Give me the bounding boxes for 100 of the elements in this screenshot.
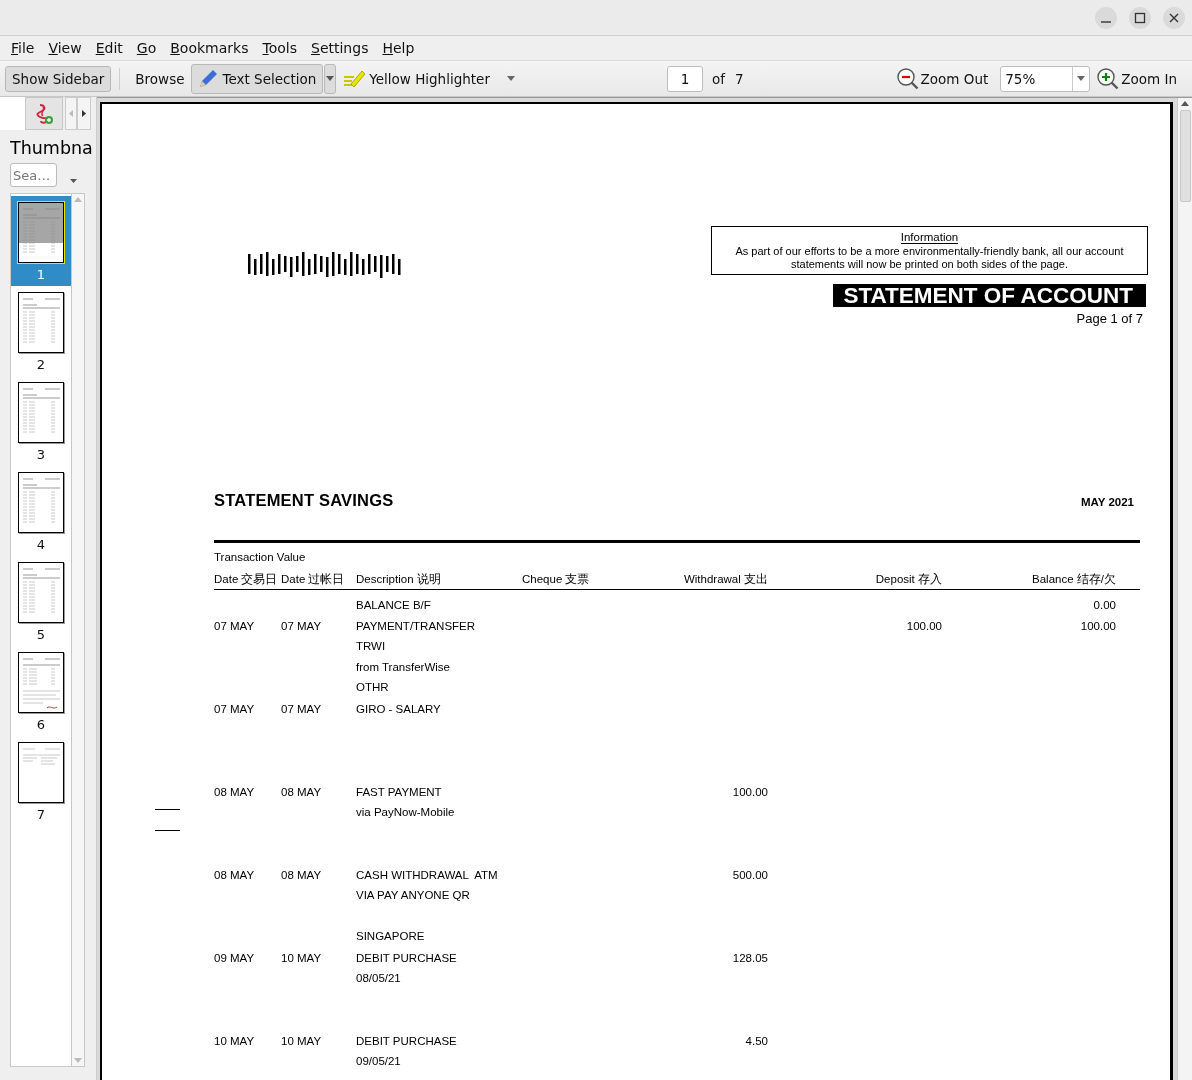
- notice-text: As part of our efforts to be a more environmentally-friendly bank, all our account statements will now be printed on both sides of the page.: [734, 244, 1125, 272]
- table-cell-text: DEBIT PURCHASE: [356, 950, 458, 966]
- menu-item[interactable]: Bookmarks: [163, 40, 256, 56]
- tool-dropdown-button[interactable]: [324, 63, 337, 94]
- table-cell: 100.00: [732, 785, 768, 798]
- table-cell: 500.00: [732, 868, 768, 881]
- annotation-icon: [34, 102, 54, 125]
- table-cell: 10 MAY: [214, 1034, 255, 1047]
- table-cell-text: from TransferWise: [356, 659, 451, 675]
- browse-button[interactable]: Browse: [128, 65, 192, 92]
- thumbnail-item[interactable]: 2: [11, 286, 71, 376]
- highlighter-icon: [343, 68, 366, 89]
- margin-mark: [155, 830, 180, 831]
- column-header: Date 过帐日: [281, 572, 346, 587]
- caret-icon: [326, 76, 335, 81]
- notice-title: Information: [900, 231, 959, 244]
- menu-item[interactable]: File: [4, 40, 42, 56]
- annotations-tab[interactable]: [25, 97, 63, 130]
- table-cell-text: 08/05/21: [356, 971, 402, 986]
- table-cell: 0.00: [1093, 599, 1116, 611]
- table-cell-text: 09/05/21: [356, 1054, 402, 1069]
- scrollbar-thumb[interactable]: [1179, 110, 1191, 202]
- minimize-icon: [1100, 20, 1112, 23]
- table-cell-text: FAST PAYMENT: [356, 784, 443, 800]
- margin-mark: [155, 809, 180, 810]
- menu-item[interactable]: Go: [129, 40, 164, 56]
- table-cell: 100.00: [906, 619, 942, 632]
- zoom-in-icon: [1097, 67, 1120, 90]
- caret-icon[interactable]: [506, 76, 515, 81]
- thumbnail-item[interactable]: 1: [11, 196, 71, 286]
- table-cell-text: BALANCE B/F: [356, 598, 432, 613]
- table-cell: 4.50: [745, 1034, 768, 1047]
- table-cell-text: TRWI: [356, 639, 387, 654]
- table-cell: 09 MAY: [214, 951, 255, 964]
- table-cell-text: DEBIT PURCHASE: [356, 1033, 458, 1049]
- tab-strip-background: [0, 97, 25, 130]
- statement-period: MAY 2021: [1080, 496, 1134, 508]
- table-cell: 100.00: [1080, 619, 1116, 632]
- minimize-button[interactable]: [1095, 6, 1117, 29]
- table-cell-text: CASH WITHDRAWAL ATM: [356, 867, 499, 883]
- table-cell: 128.05: [732, 951, 768, 964]
- thumbnail-item[interactable]: 4: [11, 466, 71, 556]
- zoom-level-dropdown[interactable]: 75%: [1000, 65, 1091, 92]
- table-cell: 07 MAY: [281, 702, 322, 715]
- column-header: Withdrawal 支出: [682, 572, 768, 587]
- page-label: Page 1 of 7: [1076, 310, 1143, 326]
- zoom-out-button[interactable]: Zoom Out: [893, 65, 992, 92]
- show-sidebar-button[interactable]: Show Sidebar: [5, 65, 112, 92]
- text-selection-button[interactable]: Text Selection: [191, 63, 324, 94]
- menu-item[interactable]: Edit: [88, 40, 130, 56]
- menu-item[interactable]: Settings: [304, 40, 376, 56]
- close-button[interactable]: [1163, 6, 1185, 29]
- statement-heading: STATEMENT OF ACCOUNT: [833, 283, 1146, 307]
- column-header: Transaction Value: [214, 550, 307, 565]
- left-arrow-icon: [69, 110, 73, 117]
- table-cell-text: OTHR: [356, 680, 390, 695]
- panel-title: Thumbna: [10, 138, 94, 158]
- table-cell-text: GIRO - SALARY: [356, 701, 442, 717]
- thumbnail-item[interactable]: 7: [11, 736, 71, 826]
- zoom-out-icon: [896, 67, 919, 90]
- column-header: Description 说明: [356, 572, 442, 587]
- column-header: Date 交易日: [214, 572, 279, 587]
- close-icon: [1169, 12, 1179, 23]
- scroll-up-icon[interactable]: [1181, 101, 1189, 106]
- table-cell-text: PAYMENT/TRANSFER: [356, 618, 477, 634]
- maximize-icon: [1134, 12, 1146, 23]
- table-cell: 08 MAY: [214, 868, 255, 881]
- maximize-button[interactable]: [1129, 6, 1151, 29]
- caret-icon: [1077, 76, 1086, 81]
- right-arrow-icon: [82, 110, 86, 117]
- search-field[interactable]: Sea…: [10, 163, 57, 187]
- menu-item[interactable]: View: [41, 40, 89, 56]
- page-total-label: 7: [734, 70, 744, 87]
- page-of-label: of: [711, 70, 725, 87]
- table-cell-text: VIA PAY ANYONE QR: [356, 888, 471, 903]
- table-cell: 07 MAY: [214, 702, 255, 715]
- table-cell: 08 MAY: [281, 868, 322, 881]
- menu-item[interactable]: Tools: [255, 40, 304, 56]
- zoom-in-button[interactable]: Zoom In: [1094, 65, 1180, 92]
- highlighter-button[interactable]: Yellow Highlighter: [336, 65, 497, 92]
- thumbnail-item[interactable]: 5: [11, 556, 71, 646]
- column-header: Cheque 支票: [522, 572, 591, 587]
- table-cell-text: SINGAPORE: [356, 928, 426, 944]
- table-cell: 08 MAY: [214, 785, 255, 798]
- thumbnail-item[interactable]: 3: [11, 376, 71, 466]
- caret-icon[interactable]: [70, 179, 77, 183]
- account-type: STATEMENT SAVINGS: [214, 491, 394, 510]
- menu-item[interactable]: Help: [375, 40, 422, 56]
- table-cell: 07 MAY: [214, 619, 255, 632]
- table-cell-text: via PayNow-Mobile: [356, 805, 456, 820]
- page-number-field[interactable]: 1: [666, 65, 703, 92]
- scroll-right-button[interactable]: [77, 97, 91, 130]
- column-header: Balance 结存/欠: [1031, 572, 1116, 587]
- pencil-icon: [198, 68, 219, 89]
- table-cell: 07 MAY: [281, 619, 322, 632]
- table-cell: 08 MAY: [281, 785, 322, 798]
- table-cell: 10 MAY: [281, 951, 322, 964]
- table-cell: 10 MAY: [281, 1034, 322, 1047]
- thumbnail-item[interactable]: 6: [11, 646, 71, 736]
- column-header: Deposit 存入: [874, 572, 942, 587]
